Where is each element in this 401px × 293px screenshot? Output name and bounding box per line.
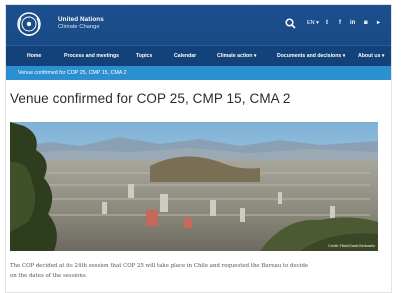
- linkedin-icon[interactable]: in: [350, 20, 355, 27]
- article-body-text: The COP decided at its 24th session that…: [10, 263, 309, 279]
- language-selector[interactable]: EN ▾: [307, 20, 319, 26]
- youtube-icon[interactable]: ▸: [377, 20, 380, 27]
- breadcrumb[interactable]: Venue confirmed for COP 25, CMP 15, CMA …: [18, 70, 126, 76]
- page-title: Venue confirmed for COP 25, CMP 15, CMA …: [10, 91, 291, 106]
- flickr-icon[interactable]: ◙: [364, 20, 368, 27]
- nav-topics[interactable]: Topics: [136, 53, 152, 59]
- nav-documents-and-decisions[interactable]: Documents and decisions ▾: [277, 53, 345, 59]
- nav-calendar[interactable]: Calendar: [174, 53, 196, 59]
- breadcrumb-bar: Venue confirmed for COP 25, CMP 15, CMA …: [6, 66, 391, 80]
- un-climate-logo[interactable]: [15, 10, 43, 38]
- santiago-cityscape-image: [10, 122, 378, 251]
- nav-home[interactable]: Home: [27, 53, 41, 59]
- facebook-icon[interactable]: f: [339, 20, 341, 27]
- photo-credit: Credit: Flickr/David Berkowitz: [328, 244, 375, 248]
- nav-about-us[interactable]: About us ▾: [358, 53, 385, 59]
- nav-process-and-meetings[interactable]: Process and meetings: [64, 53, 119, 59]
- nav-climate-action[interactable]: Climate action ▾: [217, 53, 257, 59]
- org-subtitle: Climate Change: [58, 24, 100, 30]
- twitter-icon[interactable]: t: [326, 20, 328, 27]
- org-name: United Nations: [58, 16, 104, 23]
- main-nav: Home Process and meetings Topics Calenda…: [6, 45, 391, 66]
- search-icon[interactable]: [285, 18, 296, 29]
- article-photo: Credit: Flickr/David Berkowitz: [10, 122, 378, 251]
- site-header: United Nations Climate Change EN ▾ t f i…: [6, 5, 391, 45]
